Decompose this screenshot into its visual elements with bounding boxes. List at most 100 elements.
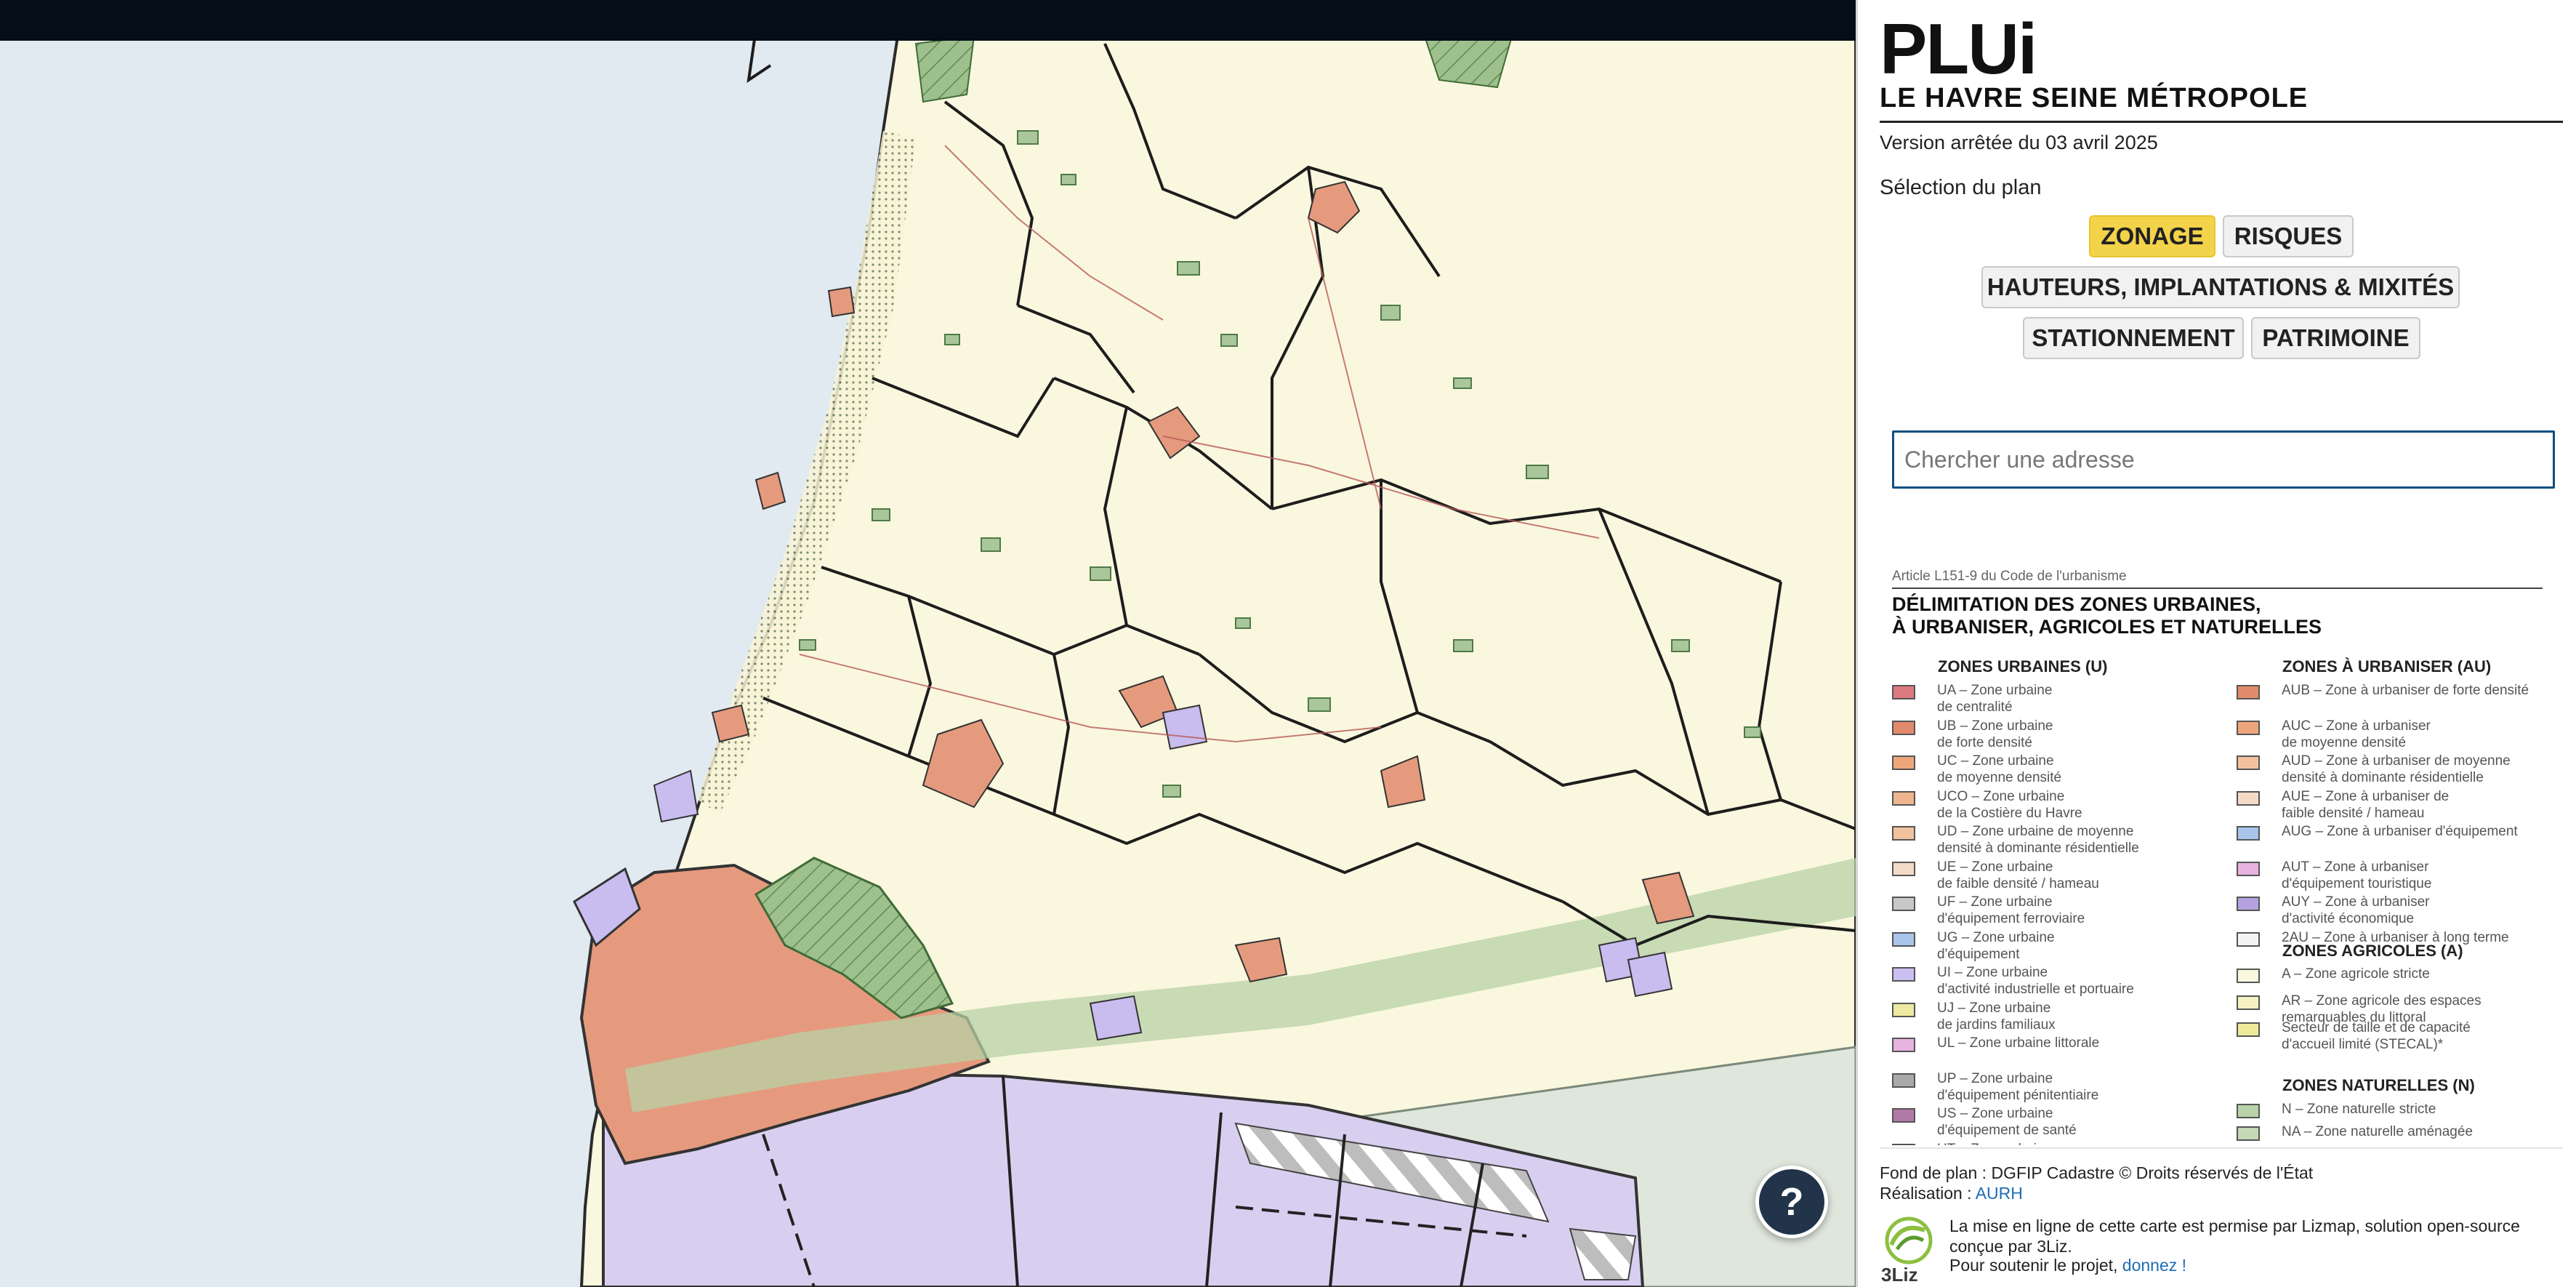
3liz-logo-text: 3Liz [1881,1264,1918,1286]
legend-article: Article L151-9 du Code de l'urbanisme [1892,569,2127,584]
legend-item-urban-11: UP – Zone urbaine d'équipement pénitenti… [1892,1070,2242,1104]
legend-swatch [2237,685,2260,699]
legend-item-agri-2: Secteur de taille et de capacité d'accue… [2237,1019,2555,1053]
side-panel: PLUi LE HAVRE SEINE MÉTROPOLE Version ar… [1856,0,2576,1287]
legend-label: UL – Zone urbaine littorale [1937,1035,2100,1051]
legend-item-urban-12: US – Zone urbaine d'équipement de santé [1892,1105,2242,1139]
legend-item-au-2: AUD – Zone à urbaniser de moyenne densit… [2237,753,2555,786]
legend-swatch [2237,755,2260,770]
app-subtitle: LE HAVRE SEINE MÉTROPOLE [1880,83,2309,113]
legend-label: US – Zone urbaine d'équipement de santé [1937,1106,2077,1138]
aurh-link[interactable]: AURH [1976,1184,2023,1203]
map-view[interactable]: ? [0,0,1856,1287]
legend-label: UJ – Zone urbaine de jardins familiaux [1937,1000,2056,1033]
legend-swatch [1892,1072,1915,1088]
legend-swatch [2237,931,2260,947]
legend-swatch [2237,1126,2260,1141]
legend-swatch [1892,1038,1915,1052]
legend-swatch [2237,861,2260,876]
legend-title-line-2: À URBANISER, AGRICOLES ET NATURELLES [1892,616,2322,638]
legend-swatch [1892,931,1915,947]
legend-label: AUT – Zone à urbaniser d'équipement tour… [2282,859,2432,891]
legend-item-natural-0: N – Zone naturelle stricte [2237,1101,2555,1118]
legend-swatch [1892,897,1915,911]
plan-button-risques[interactable]: RISQUES [2223,215,2354,257]
legend-label: AUC – Zone à urbaniser de moyenne densit… [2282,718,2431,750]
legend-item-urban-4: UD – Zone urbaine de moyenne densité à d… [1892,823,2242,857]
legend-label: UC – Zone urbaine de moyenne densité [1937,753,2062,785]
legend-item-urban-8: UI – Zone urbaine d'activité industriell… [1892,964,2242,998]
legend-swatch [1892,755,1915,770]
legend-label: UE – Zone urbaine de faible densité / ha… [1937,859,2099,891]
legend-swatch [2237,1022,2260,1037]
legend-title: DÉLIMITATION DES ZONES URBAINES, À URBAN… [1892,593,2546,638]
legend-divider [1892,588,2543,589]
legend-title-line-1: DÉLIMITATION DES ZONES URBAINES, [1892,593,2261,615]
legend-item-natural-1: NA – Zone naturelle aménagée [2237,1123,2555,1141]
legend-item-urban-0: UA – Zone urbaine de centralité [1892,682,2242,715]
legend-label: AUB – Zone à urbaniser de forte densité [2282,683,2529,698]
legend-swatch [1892,720,1915,735]
legend-item-urban-7: UG – Zone urbaine d'équipement [1892,929,2242,963]
legend-swatch [2237,826,2260,841]
address-search-input[interactable] [1892,430,2555,489]
top-hatch-area-2 [914,35,975,103]
realisation-credit: Réalisation : AURH [1880,1184,2023,1203]
legend-swatch [1892,1002,1915,1017]
support-prefix: Pour soutenir le projet, [1949,1256,2122,1275]
legend-item-au-4: AUG – Zone à urbaniser d'équipement [2237,823,2555,841]
legend-item-au-1: AUC – Zone à urbaniser de moyenne densit… [2237,718,2555,751]
map-canvas[interactable] [0,0,1856,1287]
legend-label: NA – Zone naturelle aménagée [2282,1124,2474,1139]
legend-item-au-3: AUE – Zone à urbaniser de faible densité… [2237,788,2555,822]
legend-item-urban-6: UF – Zone urbaine d'équipement ferroviai… [1892,894,2242,927]
legend-label: UF – Zone urbaine d'équipement ferroviai… [1937,894,2085,926]
legend-label: UP – Zone urbaine d'équipement pénitenti… [1937,1070,2099,1103]
legend-label: Secteur de taille et de capacité d'accue… [2282,1020,2471,1052]
legend-swatch [1892,861,1915,876]
legend-label: UCO – Zone urbaine de la Costière du Hav… [1937,788,2082,821]
legend-item-urban-5: UE – Zone urbaine de faible densité / ha… [1892,859,2242,892]
legend-item-au-5: AUT – Zone à urbaniser d'équipement tour… [2237,859,2555,892]
legend-swatch [1892,967,1915,982]
lizmap-credit: La mise en ligne de cette carte est perm… [1949,1216,2520,1256]
legend-swatch [1892,1108,1915,1123]
legend-item-au-0: AUB – Zone à urbaniser de forte densité [2237,682,2555,699]
legend-swatch [2237,969,2260,983]
plan-button-zonage[interactable]: ZONAGE [2089,215,2215,257]
legend-label: AUD – Zone à urbaniser de moyenne densit… [2282,753,2511,785]
legend-item-urban-2: UC – Zone urbaine de moyenne densité [1892,753,2242,786]
legend-item-urban-9: UJ – Zone urbaine de jardins familiaux [1892,1000,2242,1033]
realisation-prefix: Réalisation : [1880,1184,1976,1203]
legend-label: UT – Zone urbaine [1937,1141,2242,1146]
legend-label: UD – Zone urbaine de moyenne densité à d… [1937,824,2139,856]
map-topbar [0,0,1856,41]
plan-selection-label: Sélection du plan [1880,176,2042,199]
legend-label: A – Zone agricole stricte [2282,966,2430,982]
legend-label: AUG – Zone à urbaniser d'équipement [2282,824,2518,839]
legend-label: UA – Zone urbaine de centralité [1937,683,2053,715]
legend-swatch [2237,720,2260,735]
legend-label: AUY – Zone à urbaniser d'activité économ… [2282,894,2430,926]
version-label: Version arrêtée du 03 avril 2025 [1880,132,2158,153]
app-title: PLUi [1880,9,2037,89]
legend-heading-agri: ZONES AGRICOLES (A) [2282,942,2463,960]
legend-label: UG – Zone urbaine d'équipement [1937,929,2055,962]
legend-label: UB – Zone urbaine de forte densité [1937,718,2053,750]
legend-heading-urban: ZONES URBAINES (U) [1938,657,2108,675]
plan-button-stationnement[interactable]: STATIONNEMENT [2023,317,2244,359]
help-button[interactable]: ? [1755,1166,1828,1238]
basemap-credit: Fond de plan : DGFIP Cadastre © Droits r… [1880,1163,2314,1182]
legend-item-urban-3: UCO – Zone urbaine de la Costière du Hav… [1892,788,2242,822]
legend-heading-au: ZONES À URBANISER (AU) [2282,657,2492,675]
plan-button-patrimoine[interactable]: PATRIMOINE [2251,317,2420,359]
plan-button-hauteurs[interactable]: HAUTEURS, IMPLANTATIONS & MIXITÉS [1981,266,2460,308]
legend-swatch [1892,790,1915,806]
legend-item-urban-13: UT – Zone urbaine [1892,1141,2242,1146]
donate-link[interactable]: donnez ! [2122,1256,2186,1275]
legend: Article L151-9 du Code de l'urbanisme DÉ… [1892,567,2555,1145]
legend-label: N – Zone naturelle stricte [2282,1102,2436,1117]
legend-swatch [2237,995,2260,1010]
legend-label: UI – Zone urbaine d'activité industriell… [1937,965,2134,997]
legend-swatch [1892,826,1915,841]
